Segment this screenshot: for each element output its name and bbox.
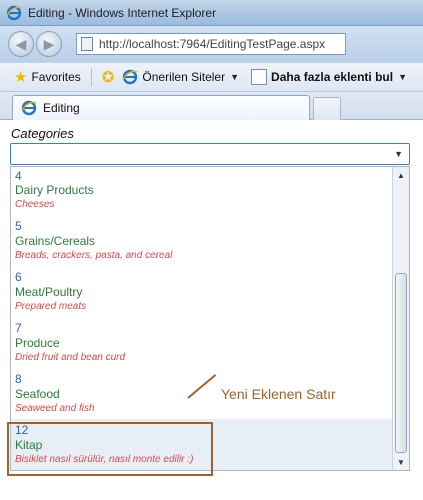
category-name: Dairy Products (15, 183, 94, 197)
vertical-scrollbar[interactable]: ▲ ▼ (392, 167, 409, 470)
scrollbar-thumb[interactable] (395, 273, 407, 453)
annotation-highlight-box (7, 422, 213, 476)
category-id: 5 (15, 219, 22, 233)
ie-icon (122, 69, 138, 85)
chevron-up-icon: ▲ (397, 170, 405, 180)
annotation-label: Yeni Eklenen Satır (221, 386, 336, 402)
category-id: 7 (15, 321, 22, 335)
navigation-bar: ◀ ▶ http://localhost:7964/EditingTestPag… (0, 26, 423, 62)
address-bar[interactable]: http://localhost:7964/EditingTestPage.as… (76, 33, 346, 55)
list-item[interactable]: 4 Dairy Products Cheeses (11, 167, 393, 215)
back-button[interactable]: ◀ (8, 31, 34, 57)
category-description: Seaweed and fish (15, 403, 95, 414)
addons-page-icon (251, 69, 268, 85)
address-url: http://localhost:7964/EditingTestPage.as… (99, 37, 326, 51)
category-id: 6 (15, 270, 22, 284)
tab-strip: Editing (0, 92, 423, 120)
forward-button[interactable]: ▶ (36, 31, 62, 57)
category-name: Grains/Cereals (15, 234, 96, 248)
tab-editing[interactable]: Editing (12, 95, 310, 120)
scroll-up-button[interactable]: ▲ (393, 167, 409, 183)
category-id: 4 (15, 169, 22, 183)
chevron-down-icon[interactable]: ▼ (394, 149, 403, 159)
page-content: Categories ▼ 4 Dairy Products Cheeses 5 … (0, 121, 423, 500)
category-name: Meat/Poultry (15, 285, 83, 299)
ie-icon (6, 5, 22, 21)
new-tab-button[interactable] (313, 97, 341, 120)
category-description: Prepared meats (15, 301, 87, 312)
list-item[interactable]: 6 Meat/Poultry Prepared meats (11, 266, 393, 317)
suggested-sites-button[interactable]: Önerilen Siteler ▼ (122, 69, 239, 85)
add-favorite-icon[interactable]: ✪ (102, 68, 115, 86)
category-name: Produce (15, 336, 60, 350)
suggested-sites-label: Önerilen Siteler (142, 70, 226, 84)
favorites-label: Favorites (31, 70, 81, 84)
category-description: Dried fruit and bean curd (15, 352, 126, 363)
favorites-button[interactable]: ★ Favorites (14, 68, 81, 86)
category-name: Seafood (15, 387, 60, 401)
back-arrow-icon: ◀ (15, 35, 27, 52)
category-description: Breads, crackers, pasta, and cereal (15, 250, 173, 261)
category-description: Cheeses (15, 199, 55, 210)
list-item[interactable]: 5 Grains/Cereals Breads, crackers, pasta… (11, 215, 393, 266)
favorites-bar: ★ Favorites ✪ Önerilen Siteler ▼ Daha fa… (0, 62, 423, 92)
chevron-down-icon: ▼ (230, 72, 240, 82)
window-title: Editing - Windows Internet Explorer (28, 5, 217, 20)
scroll-down-button[interactable]: ▼ (393, 454, 409, 470)
tab-label: Editing (43, 101, 80, 115)
list-item[interactable]: 7 Produce Dried fruit and bean curd (11, 317, 393, 368)
category-id: 8 (15, 372, 22, 386)
page-icon (81, 37, 93, 51)
forward-arrow-icon: ▶ (43, 35, 55, 52)
more-addons-button[interactable]: Daha fazla eklenti bul ▼ (251, 69, 407, 85)
more-addons-label: Daha fazla eklenti bul (271, 70, 394, 84)
chevron-down-icon: ▼ (398, 72, 407, 82)
star-icon: ★ (14, 69, 28, 86)
window-title-bar: Editing - Windows Internet Explorer (0, 0, 423, 26)
categories-combobox[interactable]: ▼ (10, 143, 410, 165)
ie-icon (21, 100, 37, 116)
categories-label: Categories (11, 126, 74, 141)
toolbar-separator (90, 68, 92, 86)
chevron-down-icon: ▼ (397, 457, 405, 467)
